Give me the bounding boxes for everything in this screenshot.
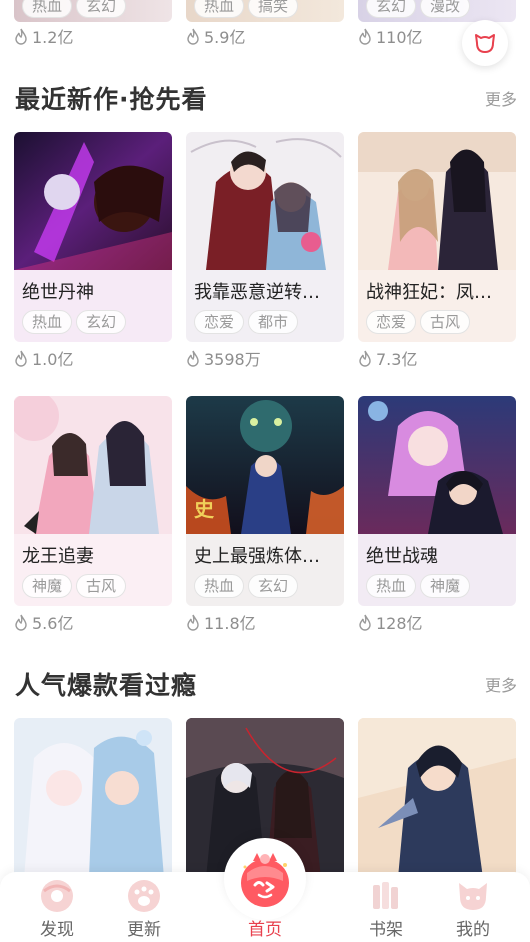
view-count: 1.0亿: [14, 346, 172, 370]
nav-item-update[interactable]: 更新: [106, 878, 182, 940]
comic-cover: [358, 718, 516, 878]
comic-cover: 绝世丹神 热血 玄幻: [14, 132, 172, 342]
comic-title: 战神狂妃：凤…: [366, 282, 492, 303]
genre-tag: 热血: [366, 574, 417, 598]
comic-title: 绝世战魂: [366, 546, 438, 567]
genre-tag: 恋爱: [366, 310, 417, 334]
comic-card[interactable]: 史 史上最强炼体… 热血 玄幻 11.8亿: [186, 396, 344, 634]
comic-card[interactable]: 热血 搞笑 5.9亿: [186, 0, 344, 48]
nav-label: 我的: [456, 920, 490, 940]
more-link[interactable]: 更多: [485, 86, 517, 110]
comic-title: 龙王追妻: [22, 546, 94, 567]
genre-tag: 古风: [420, 310, 471, 334]
donut-discover-icon: [37, 878, 77, 914]
flame-icon: [187, 350, 199, 367]
genre-tag: 玄幻: [76, 0, 127, 18]
genre-tag: 都市: [248, 310, 299, 334]
view-count: 11.8亿: [186, 610, 344, 634]
genre-tag: 神魔: [420, 574, 471, 598]
home-center-button[interactable]: [224, 838, 306, 920]
comic-cover: [14, 718, 172, 878]
section-title: 人气爆款看过瘾: [15, 671, 198, 700]
cat-profile-icon: [453, 878, 493, 914]
cover-art: [358, 718, 516, 878]
cover-art: [14, 396, 172, 534]
comic-card[interactable]: 绝世战魂 热血 神魔 128亿: [358, 396, 516, 634]
cover-art: 史: [186, 396, 344, 534]
comic-cover: 战神狂妃：凤… 恋爱 古风: [358, 132, 516, 342]
genre-tag: 恋爱: [194, 310, 245, 334]
flame-icon: [15, 614, 27, 631]
flame-icon: [359, 350, 371, 367]
comic-card[interactable]: 龙王追妻 神魔 古风 5.6亿: [14, 396, 172, 634]
view-count: 3598万: [186, 346, 344, 370]
view-count: 1.2亿: [14, 24, 172, 48]
section-header-new: 最近新作·抢先看 更多: [15, 80, 517, 116]
genre-tag: 热血: [194, 0, 245, 18]
nav-label: 更新: [127, 920, 161, 940]
more-link[interactable]: 更多: [485, 672, 517, 696]
comic-cover: 史 史上最强炼体… 热血 玄幻: [186, 396, 344, 606]
comic-cover: 龙王追妻 神魔 古风: [14, 396, 172, 606]
cat-head-outline-icon: [475, 34, 495, 53]
flame-icon: [15, 350, 27, 367]
svg-text:史: 史: [194, 497, 215, 521]
genre-tag: 热血: [194, 574, 245, 598]
flame-icon: [187, 614, 199, 631]
nav-item-discover[interactable]: 发现: [19, 878, 95, 940]
section-title: 最近新作·抢先看: [15, 85, 208, 114]
comic-card[interactable]: [14, 718, 172, 878]
comic-cover: 我靠恶意逆转… 恋爱 都市: [186, 132, 344, 342]
comic-card[interactable]: 战神狂妃：凤… 恋爱 古风 7.3亿: [358, 132, 516, 370]
genre-tag: 漫改: [420, 0, 471, 18]
view-count: 128亿: [358, 610, 516, 634]
comic-card[interactable]: 我靠恶意逆转… 恋爱 都市 3598万: [186, 132, 344, 370]
genre-tag: 热血: [22, 0, 73, 18]
genre-tag: 搞笑: [248, 0, 299, 18]
cover-art: [358, 396, 516, 534]
previous-section-row: 热血 玄幻 1.2亿 热血 搞笑 5.9亿 玄幻 漫改 110亿: [0, 0, 530, 56]
comic-title: 史上最强炼体…: [194, 546, 320, 567]
flame-icon: [15, 28, 27, 45]
paw-update-icon: [124, 878, 164, 914]
bookshelf-icon: [366, 878, 406, 914]
comic-cover: 热血 玄幻: [14, 0, 172, 22]
nav-label: 发现: [40, 920, 74, 940]
flame-icon: [187, 28, 199, 45]
cover-art: [14, 718, 172, 878]
comic-card[interactable]: 绝世丹神 热血 玄幻 1.0亿: [14, 132, 172, 370]
nav-item-bookshelf[interactable]: 书架: [348, 878, 424, 940]
comic-card[interactable]: 热血 玄幻 1.2亿: [14, 0, 172, 48]
cover-art: [14, 132, 172, 270]
floating-mascot-button[interactable]: [462, 20, 508, 66]
comic-title: 绝世丹神: [22, 282, 94, 303]
cover-art: [358, 132, 516, 270]
genre-tag: 玄幻: [248, 574, 299, 598]
view-count: 5.6亿: [14, 610, 172, 634]
nav-label: 书架: [369, 920, 403, 940]
section-header-hot: 人气爆款看过瘾 更多: [15, 666, 517, 702]
comic-cover: 玄幻 漫改: [358, 0, 516, 22]
comic-cover: 热血 搞笑: [186, 0, 344, 22]
flame-icon: [359, 614, 371, 631]
genre-tag: 神魔: [22, 574, 73, 598]
flame-icon: [359, 28, 371, 45]
genre-tag: 玄幻: [76, 310, 127, 334]
comic-cover: 绝世战魂 热血 神魔: [358, 396, 516, 606]
view-count: 7.3亿: [358, 346, 516, 370]
cover-art: [186, 132, 344, 270]
nav-item-profile[interactable]: 我的: [435, 878, 511, 940]
genre-tag: 古风: [76, 574, 127, 598]
comic-card[interactable]: [358, 718, 516, 878]
home-mascot-icon: [241, 853, 289, 907]
view-count: 5.9亿: [186, 24, 344, 48]
comic-title: 我靠恶意逆转…: [194, 282, 320, 303]
genre-tag: 玄幻: [366, 0, 417, 18]
genre-tag: 热血: [22, 310, 73, 334]
